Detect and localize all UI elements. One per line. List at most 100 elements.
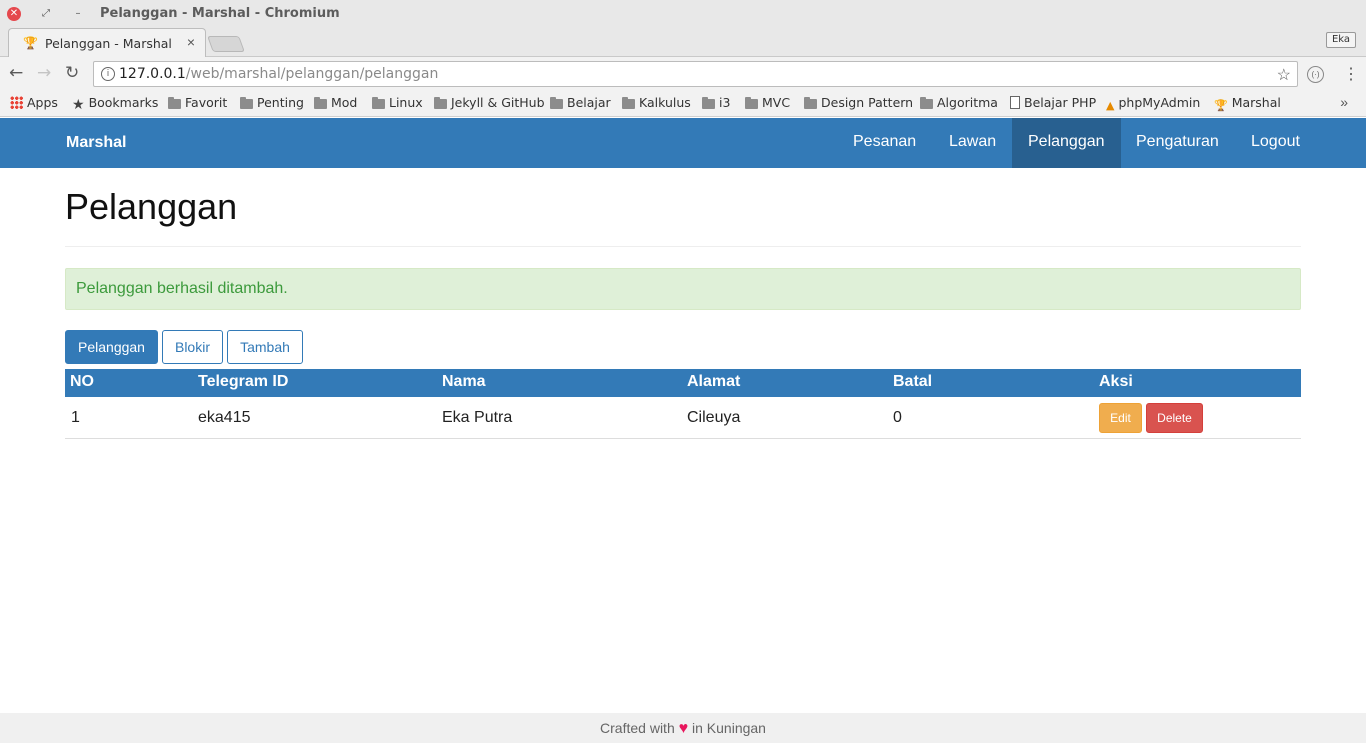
trophy-icon: 🏆 [1214, 99, 1228, 112]
folder-icon [168, 97, 181, 109]
folder-icon [622, 97, 635, 109]
bookmark-label: Jekyll & GitHub [451, 95, 545, 110]
header-divider [65, 246, 1301, 247]
bookmark-label: MVC [762, 95, 791, 110]
page-icon [1010, 96, 1020, 109]
bookmark-i3[interactable]: i3 [702, 95, 730, 110]
extension-icon[interactable]: (·) [1307, 66, 1324, 83]
column-header-no: NO [70, 373, 94, 390]
forward-arrow-icon[interactable]: → [37, 63, 51, 83]
bookmark-star-icon[interactable]: ☆ [1277, 65, 1291, 85]
bookmark-jekyll-github[interactable]: Jekyll & GitHub [434, 95, 545, 110]
cell-nama: Eka Putra [442, 409, 513, 426]
table-header: NO Telegram ID Nama Alamat Batal Aksi [65, 369, 1301, 397]
new-tab-button[interactable] [207, 36, 245, 52]
bookmark-label: Algoritma [937, 95, 998, 110]
back-arrow-icon[interactable]: ← [9, 63, 23, 83]
customer-table: NO Telegram ID Nama Alamat Batal Aksi 1 … [65, 369, 1301, 439]
address-bar[interactable]: i 127.0.0.1/web/marshal/pelanggan/pelang… [93, 61, 1298, 87]
bookmark-label: Design Pattern [821, 95, 914, 110]
folder-icon [920, 97, 933, 109]
delete-button[interactable]: Delete [1146, 403, 1203, 433]
folder-icon [804, 97, 817, 109]
column-header-telegram-id: Telegram ID [198, 373, 289, 390]
bookmarks-bar: Apps ★ Bookmarks Favorit Penting Mod Linu… [0, 91, 1366, 117]
table-row: 1 eka415 Eka Putra Cileuya 0 Edit Delete [65, 397, 1301, 439]
filter-pelanggan-button[interactable]: Pelanggan [65, 330, 158, 364]
folder-icon [702, 97, 715, 109]
nav-logout[interactable]: Logout [1235, 118, 1316, 168]
folder-icon [550, 97, 563, 109]
phpmyadmin-icon: ▲ [1106, 99, 1115, 112]
bookmark-belajar-php[interactable]: Belajar PHP [1010, 95, 1096, 110]
column-header-alamat: Alamat [687, 373, 741, 390]
url-host: 127.0.0.1 [119, 66, 186, 82]
bookmark-marshal[interactable]: 🏆 Marshal [1214, 95, 1281, 112]
bookmark-label: Kalkulus [639, 95, 691, 110]
bookmark-apps[interactable]: Apps [10, 95, 58, 110]
column-header-nama: Nama [442, 373, 486, 390]
bookmark-linux[interactable]: Linux [372, 95, 423, 110]
bookmark-label: Marshal [1231, 95, 1281, 110]
window-close-icon[interactable]: ✕ [7, 7, 21, 21]
bookmark-label: Bookmarks [88, 95, 159, 110]
tambah-button[interactable]: Tambah [227, 330, 303, 364]
profile-button[interactable]: Eka [1326, 32, 1356, 48]
nav-lawan[interactable]: Lawan [933, 118, 1012, 168]
folder-icon [372, 97, 385, 109]
nav-pengaturan[interactable]: Pengaturan [1120, 118, 1235, 168]
bookmark-favorit[interactable]: Favorit [168, 95, 227, 110]
page-title: Pelanggan [65, 186, 238, 227]
bookmark-design-pattern[interactable]: Design Pattern [804, 95, 913, 110]
info-icon[interactable]: i [101, 67, 115, 81]
bookmark-label: Favorit [185, 95, 228, 110]
bookmark-label: i3 [719, 95, 731, 110]
bookmark-kalkulus[interactable]: Kalkulus [622, 95, 691, 110]
bookmark-label: Linux [389, 95, 423, 110]
success-alert: Pelanggan berhasil ditambah. [65, 268, 1301, 310]
apps-grid-icon [10, 96, 23, 109]
menu-kebab-icon[interactable]: ⋮ [1343, 64, 1359, 84]
window-maximize-icon[interactable]: ⤢ [39, 7, 53, 21]
bookmark-mod[interactable]: Mod [314, 95, 357, 110]
column-header-aksi: Aksi [1099, 373, 1133, 390]
cell-telegram-id: eka415 [198, 409, 251, 426]
footer-text-before: Crafted with [600, 720, 675, 736]
bookmark-label: Belajar PHP [1024, 95, 1097, 110]
star-icon: ★ [72, 97, 85, 113]
folder-icon [745, 97, 758, 109]
bookmark-penting[interactable]: Penting [240, 95, 304, 110]
reload-icon[interactable]: ↻ [65, 63, 79, 83]
folder-icon [434, 97, 447, 109]
bookmark-bookmarks[interactable]: ★ Bookmarks [72, 95, 158, 113]
nav-pesanan[interactable]: Pesanan [837, 118, 932, 168]
bookmark-mvc[interactable]: MVC [745, 95, 790, 110]
filter-blokir-button[interactable]: Blokir [162, 330, 223, 364]
bookmark-algoritma[interactable]: Algoritma [920, 95, 998, 110]
trophy-icon: 🏆 [23, 36, 38, 50]
bookmark-label: Belajar [567, 95, 611, 110]
bookmark-belajar[interactable]: Belajar [550, 95, 611, 110]
tab-pelanggan[interactable]: 🏆 Pelanggan - Marshal × [8, 28, 206, 58]
bookmarks-overflow-icon[interactable]: » [1340, 94, 1348, 110]
edit-button[interactable]: Edit [1099, 403, 1142, 433]
tab-strip: 🏆 Pelanggan - Marshal × Eka [0, 28, 1366, 58]
url-text[interactable]: 127.0.0.1/web/marshal/pelanggan/pelangga… [119, 66, 438, 82]
folder-icon [240, 97, 253, 109]
bookmark-label: Apps [27, 95, 58, 110]
nav-pelanggan[interactable]: Pelanggan [1012, 118, 1121, 168]
brand-link[interactable]: Marshal [66, 134, 126, 152]
page-footer: Crafted with ♥ in Kuningan [0, 713, 1366, 743]
bookmark-label: phpMyAdmin [1118, 95, 1201, 110]
url-path: /web/marshal/pelanggan/pelanggan [185, 66, 439, 82]
cell-no: 1 [71, 409, 80, 426]
window-minimize-icon[interactable]: – [71, 7, 85, 21]
bookmark-phpmyadmin[interactable]: ▲ phpMyAdmin [1106, 95, 1200, 112]
cell-batal: 0 [893, 409, 902, 426]
bookmark-label: Mod [331, 95, 358, 110]
heart-icon: ♥ [678, 720, 689, 737]
footer-text-after: in Kuningan [692, 720, 766, 736]
tab-close-icon[interactable]: × [187, 34, 195, 50]
bookmark-label: Penting [257, 95, 304, 110]
column-header-batal: Batal [893, 373, 933, 390]
